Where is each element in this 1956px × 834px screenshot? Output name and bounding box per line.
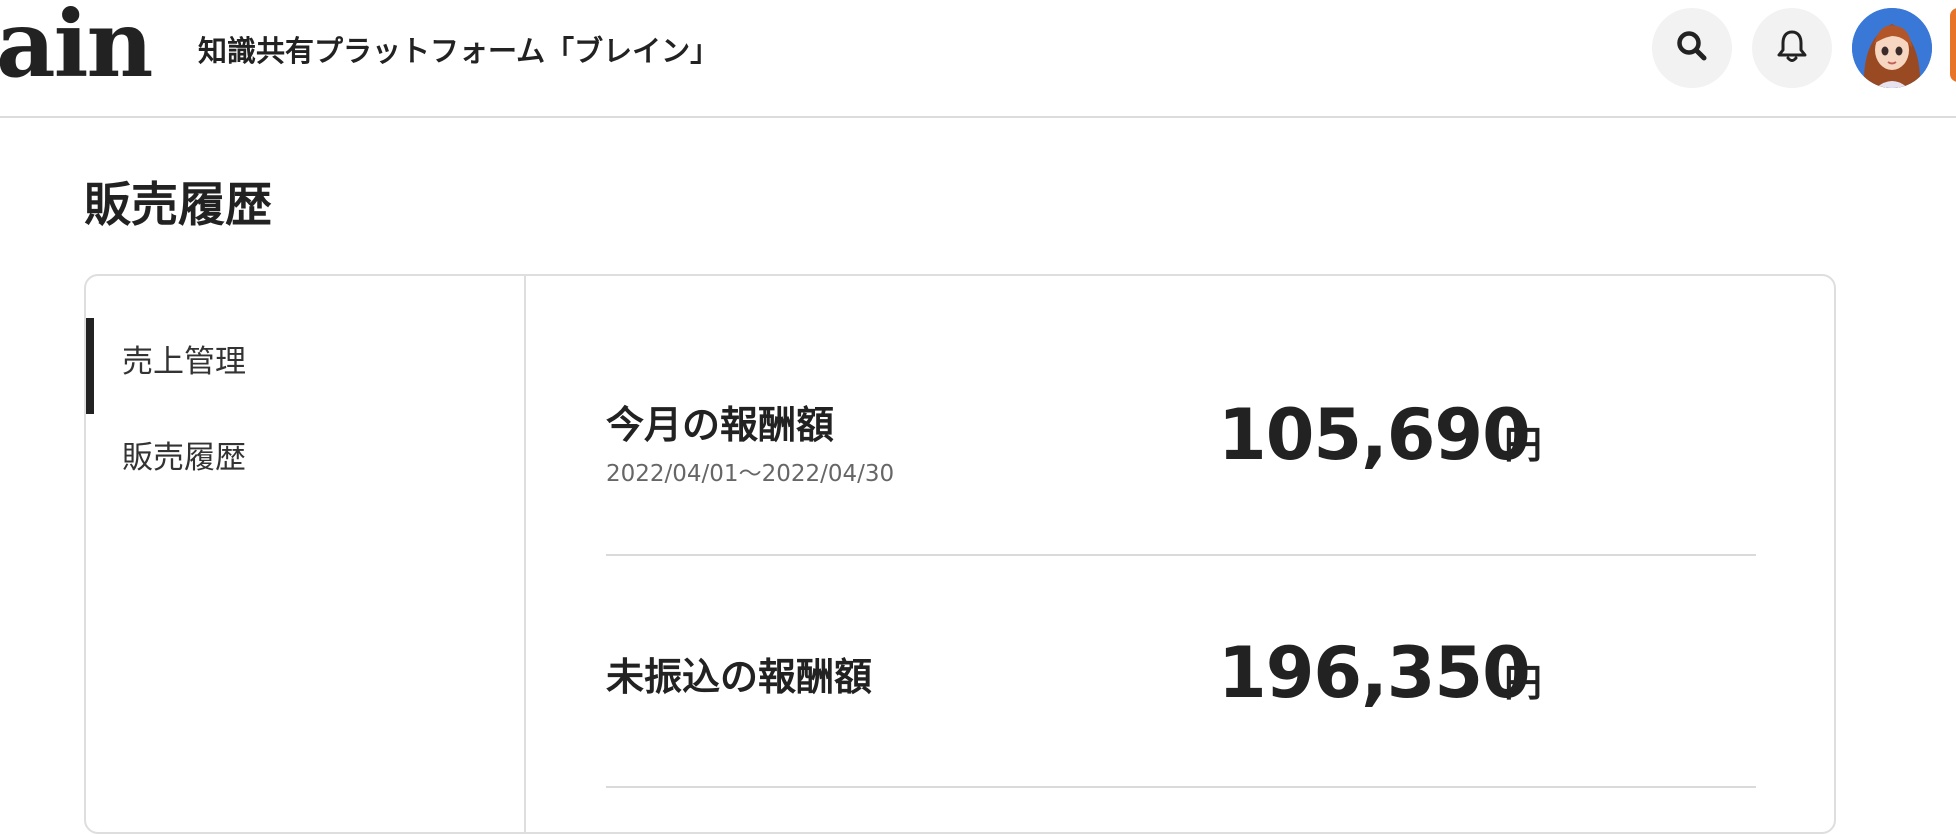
search-icon bbox=[1674, 28, 1710, 68]
sidebar-item-sales-management[interactable]: 売上管理 bbox=[86, 318, 246, 414]
brand-logo[interactable]: ain bbox=[0, 0, 153, 90]
summary-row-this-month: 今月の報酬額 2022/04/01〜2022/04/30 105,690 円 bbox=[606, 276, 1756, 556]
sales-panel: 売上管理 販売履歴 今月の報酬額 2022/04/01〜2022/04/30 1… bbox=[84, 274, 1836, 834]
currency-unit: 円 bbox=[1504, 661, 1543, 705]
sidebar-item-sales-history[interactable]: 販売履歴 bbox=[122, 428, 246, 488]
currency-unit: 円 bbox=[1504, 423, 1543, 467]
search-button[interactable] bbox=[1652, 8, 1732, 88]
unpaid-reward-amount: 196,350 bbox=[1218, 632, 1531, 714]
unpaid-reward-label: 未振込の報酬額 bbox=[606, 655, 873, 699]
top-header: ain 知識共有プラットフォーム「ブレイン」 bbox=[0, 0, 1956, 118]
this-month-reward-label: 今月の報酬額 bbox=[606, 403, 835, 447]
header-edge-button[interactable] bbox=[1950, 8, 1956, 82]
summary-row-unpaid: 未振込の報酬額 196,350 円 bbox=[606, 556, 1756, 788]
page-title: 販売履歴 bbox=[84, 178, 272, 233]
sales-side-nav: 売上管理 販売履歴 bbox=[86, 276, 526, 832]
user-avatar[interactable] bbox=[1852, 8, 1932, 88]
this-month-reward-amount: 105,690 bbox=[1218, 394, 1531, 476]
this-month-period: 2022/04/01〜2022/04/30 bbox=[606, 461, 895, 487]
site-title: 知識共有プラットフォーム「ブレイン」 bbox=[198, 34, 720, 68]
bell-icon bbox=[1775, 28, 1809, 68]
notifications-button[interactable] bbox=[1752, 8, 1832, 88]
